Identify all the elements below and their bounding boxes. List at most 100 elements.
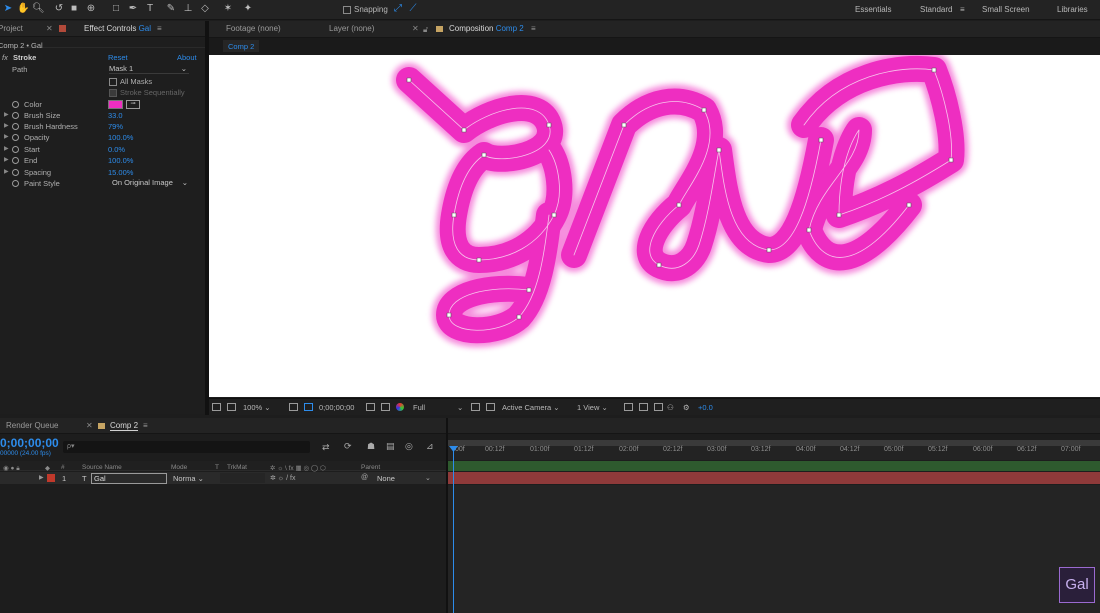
effect-stroke-header[interactable]: fx Stroke Reset About (0, 52, 205, 63)
region-of-interest-icon[interactable] (304, 403, 313, 411)
pixel-aspect-icon[interactable] (639, 403, 648, 411)
tab-comp[interactable]: Comp 2 (110, 421, 139, 431)
pick-whip-icon[interactable]: @ (361, 474, 368, 481)
tab-composition[interactable]: Composition Comp 2 (449, 24, 524, 33)
layer-label-color[interactable] (47, 474, 55, 482)
show-snapshot-icon[interactable] (381, 403, 390, 411)
fast-previews-icon[interactable] (471, 403, 480, 411)
current-time-display[interactable]: 0;00;00;00 (0, 436, 59, 450)
expand-triangle-icon[interactable]: ▶ (4, 121, 9, 132)
layer-name-field[interactable]: Gal (91, 473, 167, 484)
tab-project[interactable]: Project (0, 24, 23, 33)
puppet-tool-icon[interactable]: ✦ (242, 3, 254, 15)
panel-menu-icon[interactable]: ≡ (531, 24, 536, 33)
snap-features-icon[interactable]: ⟋ (407, 3, 419, 15)
layer-mode-dropdown[interactable]: Norma ⌄ (173, 474, 204, 483)
brush-hardness-value[interactable]: 79% (108, 121, 123, 132)
col-mode[interactable]: Mode (171, 464, 187, 471)
expand-layer-triangle-icon[interactable]: ▶ (39, 474, 44, 481)
graph-editor-icon[interactable]: ⊿ (426, 441, 434, 452)
expand-triangle-icon[interactable]: ▶ (4, 132, 9, 143)
stopwatch-icon[interactable] (12, 157, 19, 164)
all-masks-checkbox[interactable] (109, 78, 117, 87)
always-preview-icon[interactable] (212, 403, 221, 411)
eyedropper-icon[interactable]: ⊸ (126, 100, 140, 109)
workspace-libraries[interactable]: Libraries (1057, 5, 1088, 14)
workspace-small-screen[interactable]: Small Screen (982, 5, 1030, 14)
current-time-indicator[interactable] (453, 446, 454, 613)
selection-tool-icon[interactable]: ➤ (2, 3, 14, 15)
color-swatch[interactable] (108, 100, 123, 109)
grid-icon[interactable] (624, 403, 633, 411)
shy-layers-icon[interactable]: ☗ (367, 441, 375, 452)
timeline-track-area[interactable] (448, 485, 1100, 613)
snapshot-icon[interactable] (366, 403, 375, 411)
col-parent[interactable]: Parent (361, 464, 380, 471)
workspace-menu-icon[interactable]: ≡ (960, 5, 965, 14)
flowchart-icon[interactable]: ⚇ (667, 403, 674, 412)
camera-tool-icon[interactable]: ■ (68, 3, 80, 15)
resolution-dropdown[interactable]: Full (413, 403, 425, 412)
tab-effect-controls[interactable]: Effect Controls Gal (84, 24, 151, 33)
color-channel-icon[interactable] (396, 403, 404, 411)
tab-layer[interactable]: Layer (none) (329, 24, 374, 33)
close-tab-icon[interactable]: ✕ (46, 24, 53, 33)
snapping-checkbox[interactable] (343, 5, 351, 14)
about-button[interactable]: About (177, 52, 197, 63)
expand-triangle-icon[interactable]: ▶ (4, 155, 9, 166)
zoom-dropdown[interactable]: 100% ⌄ (243, 403, 271, 412)
viewer-timecode[interactable]: 0;00;00;00 (319, 403, 354, 412)
frame-blending-icon[interactable]: ▤ (386, 441, 395, 452)
tab-footage[interactable]: Footage (none) (226, 24, 281, 33)
exposure-value[interactable]: +0.0 (698, 403, 713, 412)
paint-style-dropdown[interactable]: On Original Image ⌄ (112, 178, 190, 188)
start-value[interactable]: 0.0% (108, 144, 125, 155)
draft-3d-icon[interactable]: ⟳ (344, 441, 352, 452)
close-tab-icon[interactable]: ✕ (412, 24, 419, 33)
snapping-toggle[interactable]: Snapping (343, 5, 388, 14)
motion-blur-icon[interactable]: ◎ (405, 441, 413, 452)
opacity-value[interactable]: 100.0% (108, 132, 133, 143)
pen-tool-icon[interactable]: ✒ (127, 3, 139, 15)
stopwatch-icon[interactable] (12, 146, 19, 153)
rotate-tool-icon[interactable]: ↺ (53, 3, 65, 15)
stopwatch-icon[interactable] (12, 134, 19, 141)
stopwatch-icon[interactable] (12, 169, 19, 176)
col-t[interactable]: T (215, 464, 219, 471)
type-tool-icon[interactable]: T (144, 3, 156, 15)
pan-behind-tool-icon[interactable]: ⊕ (85, 3, 97, 15)
expand-triangle-icon[interactable]: ▶ (4, 110, 9, 121)
expand-triangle-icon[interactable]: ▶ (4, 144, 9, 155)
resolution-chevron-icon[interactable]: ⌄ (457, 403, 463, 412)
reset-exposure-icon[interactable]: ⚙ (683, 403, 690, 412)
col-source-name[interactable]: Source Name (82, 464, 122, 471)
brush-size-value[interactable]: 33.0 (108, 110, 123, 121)
composition-canvas[interactable] (209, 55, 1100, 397)
rectangle-tool-icon[interactable]: □ (110, 3, 122, 15)
parent-dropdown[interactable]: None (377, 474, 395, 483)
panel-menu-icon[interactable]: ≡ (143, 421, 148, 430)
expand-triangle-icon[interactable]: ▶ (4, 167, 9, 178)
workspace-essentials[interactable]: Essentials (855, 5, 891, 14)
tab-render-queue[interactable]: Render Queue (6, 421, 58, 430)
eraser-tool-icon[interactable]: ◇ (199, 3, 211, 15)
layer-switches-icons[interactable]: ✲ ☼ / fx (270, 474, 296, 482)
lock-icon[interactable]: 🔓︎ (423, 25, 428, 35)
zoom-tool-icon[interactable]: 🔍︎ (32, 3, 45, 15)
layer-duration-bar[interactable] (448, 472, 1100, 484)
comp-mini-flowchart-icon[interactable]: ⇄ (322, 442, 330, 453)
stopwatch-icon[interactable] (12, 101, 19, 108)
clone-stamp-tool-icon[interactable]: ⊥ (182, 3, 194, 15)
workspace-standard[interactable]: Standard (920, 5, 952, 14)
roto-brush-tool-icon[interactable]: ✶ (222, 3, 234, 15)
comp-chip[interactable]: Comp 2 (223, 40, 260, 52)
hand-tool-icon[interactable]: ✋ (17, 3, 29, 15)
stopwatch-icon[interactable] (12, 123, 19, 130)
prop-all-masks[interactable]: All Masks (0, 76, 205, 87)
panel-menu-icon[interactable]: ≡ (157, 24, 162, 33)
views-dropdown[interactable]: 1 View ⌄ (577, 403, 608, 412)
brush-tool-icon[interactable]: ✎ (165, 3, 177, 15)
transparency-grid-icon[interactable] (486, 403, 495, 411)
reset-button[interactable]: Reset (108, 52, 128, 63)
spacing-value[interactable]: 15.00% (108, 167, 133, 178)
